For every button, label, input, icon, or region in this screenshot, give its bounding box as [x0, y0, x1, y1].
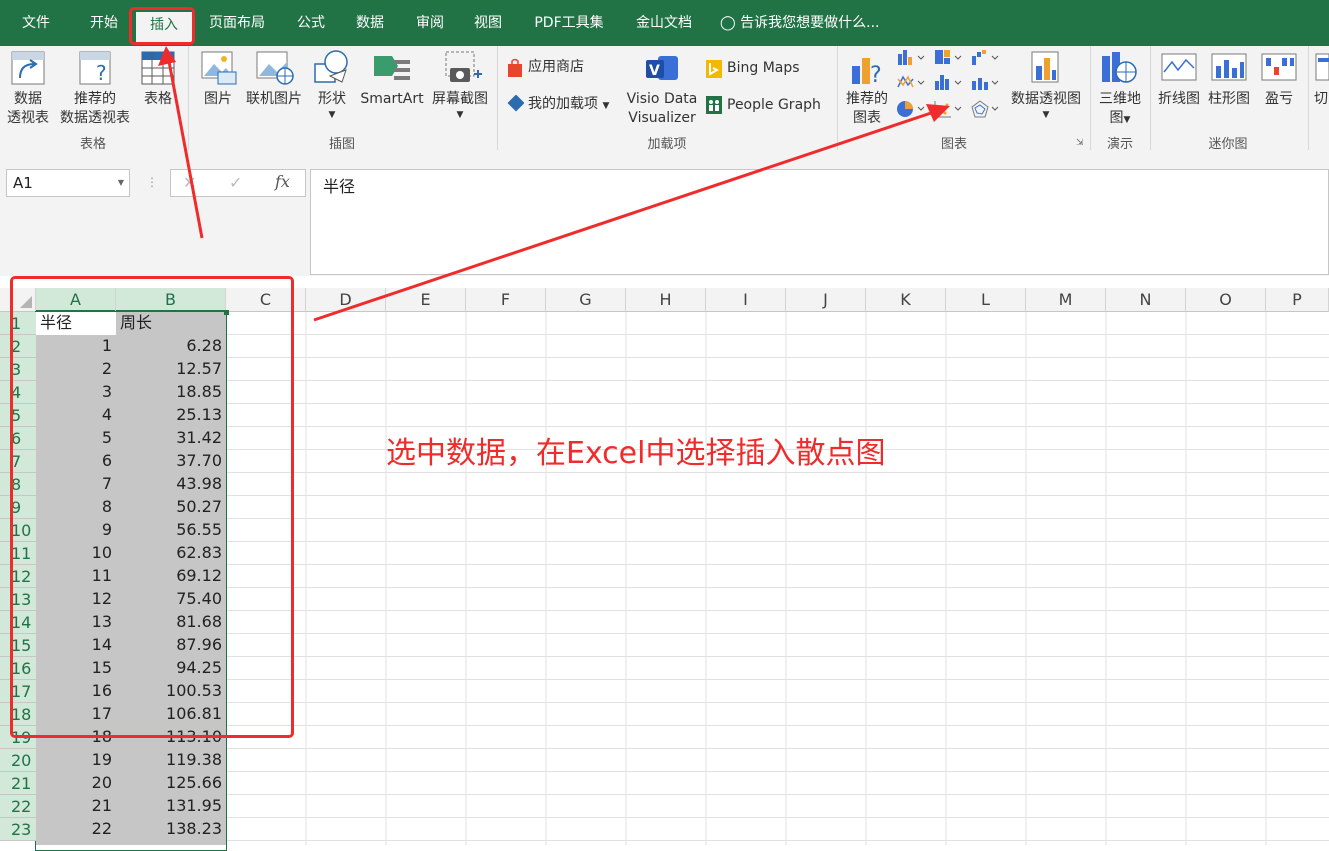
arrowhead-icon: [158, 46, 176, 66]
annotation-arrows: [158, 46, 950, 322]
annotation-text: 选中数据，在Excel中选择插入散点图: [386, 436, 886, 471]
arrow-to-scatter-chart: [313, 108, 941, 322]
arrow-to-insert-tab: [166, 55, 204, 239]
